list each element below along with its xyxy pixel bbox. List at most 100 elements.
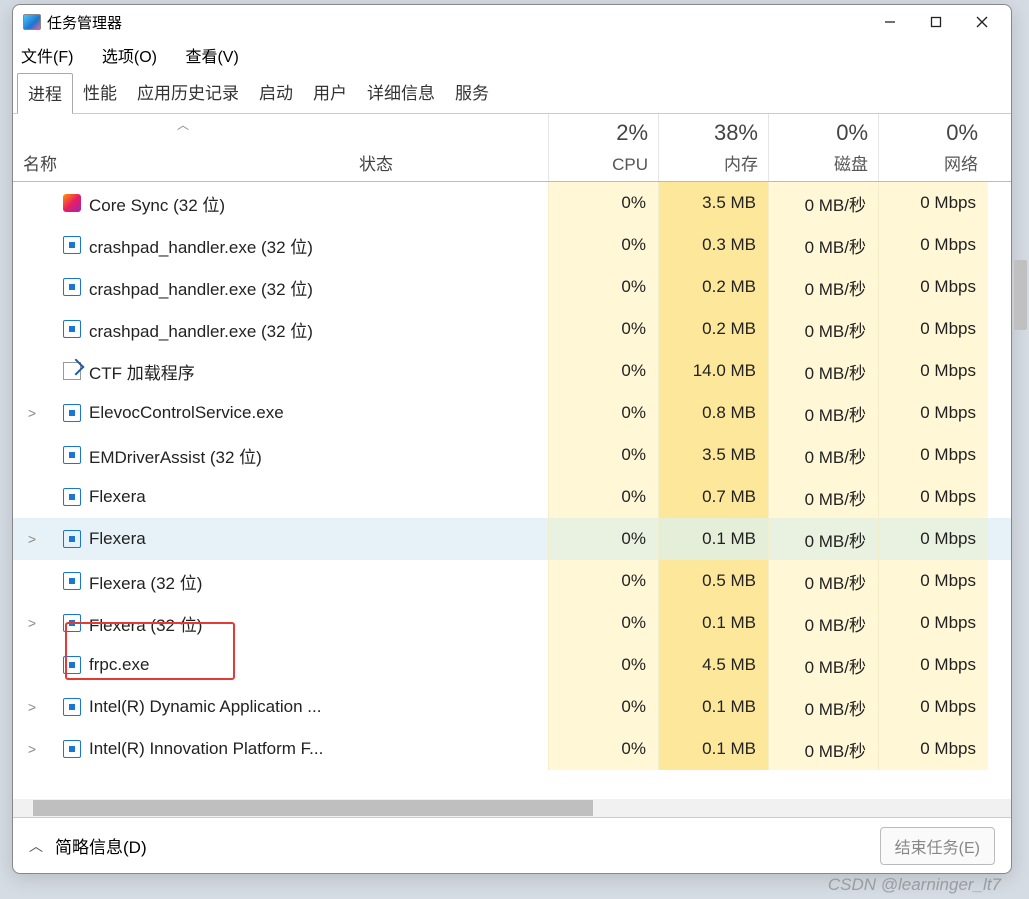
process-icon bbox=[63, 362, 81, 380]
process-name: EMDriverAssist (32 位) bbox=[89, 443, 262, 468]
process-mem: 0.1 MB bbox=[658, 518, 768, 560]
menu-file[interactable]: 文件(F) bbox=[21, 49, 73, 66]
process-disk: 0 MB/秒 bbox=[768, 518, 878, 560]
process-cpu: 0% bbox=[548, 602, 658, 644]
process-disk: 0 MB/秒 bbox=[768, 182, 878, 224]
sort-indicator-icon: ︿ bbox=[177, 116, 189, 133]
column-status-label: 状态 bbox=[359, 150, 542, 175]
tab-2[interactable]: 应用历史记录 bbox=[127, 73, 249, 113]
process-name: Intel(R) Innovation Platform F... bbox=[89, 739, 323, 759]
column-memory[interactable]: 38% 内存 bbox=[658, 114, 768, 181]
process-row[interactable]: >Intel(R) Dynamic Application ...0%0.1 M… bbox=[13, 686, 1011, 728]
end-task-button[interactable]: 结束任务(E) bbox=[880, 827, 995, 865]
process-row[interactable]: >Flexera (32 位)0%0.1 MB0 MB/秒0 Mbps bbox=[13, 602, 1011, 644]
expand-icon[interactable]: > bbox=[21, 615, 43, 631]
app-icon bbox=[23, 14, 41, 30]
process-row[interactable]: Flexera0%0.7 MB0 MB/秒0 Mbps bbox=[13, 476, 1011, 518]
process-net: 0 Mbps bbox=[878, 686, 988, 728]
process-icon bbox=[63, 194, 81, 212]
process-net: 0 Mbps bbox=[878, 266, 988, 308]
process-disk: 0 MB/秒 bbox=[768, 434, 878, 476]
table-header: ︿ 名称 状态 2% CPU 38% 内存 0% 磁盘 0% 网络 bbox=[13, 114, 1011, 182]
process-icon bbox=[63, 404, 81, 422]
menubar: 文件(F) 选项(O) 查看(V) bbox=[13, 39, 1011, 73]
column-cpu[interactable]: 2% CPU bbox=[548, 114, 658, 181]
process-net: 0 Mbps bbox=[878, 434, 988, 476]
process-disk: 0 MB/秒 bbox=[768, 560, 878, 602]
process-icon bbox=[63, 572, 81, 590]
column-name[interactable]: ︿ 名称 bbox=[13, 114, 353, 181]
process-disk: 0 MB/秒 bbox=[768, 224, 878, 266]
fewer-details-label: 简略信息(D) bbox=[55, 833, 147, 858]
process-icon bbox=[63, 740, 81, 758]
process-mem: 0.1 MB bbox=[658, 728, 768, 770]
task-manager-window: 任务管理器 文件(F) 选项(O) 查看(V) 进程性能应用历史记录启动用户详细… bbox=[12, 4, 1012, 874]
horizontal-scrollbar[interactable] bbox=[13, 799, 1011, 817]
process-cpu: 0% bbox=[548, 392, 658, 434]
process-name: crashpad_handler.exe (32 位) bbox=[89, 275, 313, 300]
process-row[interactable]: >Intel(R) Innovation Platform F...0%0.1 … bbox=[13, 728, 1011, 770]
table-body: Core Sync (32 位)0%3.5 MB0 MB/秒0 Mbpscras… bbox=[13, 182, 1011, 799]
process-row[interactable]: CTF 加载程序0%14.0 MB0 MB/秒0 Mbps bbox=[13, 350, 1011, 392]
footer: ︿ 简略信息(D) 结束任务(E) bbox=[13, 817, 1011, 873]
process-row[interactable]: crashpad_handler.exe (32 位)0%0.2 MB0 MB/… bbox=[13, 308, 1011, 350]
expand-icon[interactable]: > bbox=[21, 405, 43, 421]
process-net: 0 Mbps bbox=[878, 728, 988, 770]
process-row[interactable]: >Flexera0%0.1 MB0 MB/秒0 Mbps bbox=[13, 518, 1011, 560]
process-row[interactable]: Flexera (32 位)0%0.5 MB0 MB/秒0 Mbps bbox=[13, 560, 1011, 602]
vertical-scrollbar-thumb[interactable] bbox=[1014, 260, 1027, 330]
process-net: 0 Mbps bbox=[878, 602, 988, 644]
process-name: CTF 加载程序 bbox=[89, 359, 195, 384]
expand-icon[interactable]: > bbox=[21, 741, 43, 757]
process-name: crashpad_handler.exe (32 位) bbox=[89, 233, 313, 258]
process-row[interactable]: EMDriverAssist (32 位)0%3.5 MB0 MB/秒0 Mbp… bbox=[13, 434, 1011, 476]
disk-percent: 0% bbox=[773, 120, 868, 146]
fewer-details-button[interactable]: ︿ 简略信息(D) bbox=[29, 833, 147, 858]
watermark: CSDN @learninger_lt7 bbox=[828, 875, 1001, 895]
process-disk: 0 MB/秒 bbox=[768, 266, 878, 308]
tabbar: 进程性能应用历史记录启动用户详细信息服务 bbox=[13, 73, 1011, 114]
column-disk[interactable]: 0% 磁盘 bbox=[768, 114, 878, 181]
close-button[interactable] bbox=[959, 7, 1005, 37]
titlebar[interactable]: 任务管理器 bbox=[13, 5, 1011, 39]
process-disk: 0 MB/秒 bbox=[768, 686, 878, 728]
process-disk: 0 MB/秒 bbox=[768, 602, 878, 644]
process-cpu: 0% bbox=[548, 686, 658, 728]
process-icon bbox=[63, 614, 81, 632]
process-net: 0 Mbps bbox=[878, 224, 988, 266]
tab-4[interactable]: 用户 bbox=[303, 73, 357, 113]
process-cpu: 0% bbox=[548, 476, 658, 518]
expand-icon[interactable]: > bbox=[21, 699, 43, 715]
minimize-button[interactable] bbox=[867, 7, 913, 37]
menu-options[interactable]: 选项(O) bbox=[102, 49, 157, 66]
tab-6[interactable]: 服务 bbox=[445, 73, 499, 113]
process-row[interactable]: frpc.exe0%4.5 MB0 MB/秒0 Mbps bbox=[13, 644, 1011, 686]
column-network[interactable]: 0% 网络 bbox=[878, 114, 988, 181]
net-percent: 0% bbox=[883, 120, 978, 146]
process-row[interactable]: crashpad_handler.exe (32 位)0%0.2 MB0 MB/… bbox=[13, 266, 1011, 308]
process-icon bbox=[63, 530, 81, 548]
process-row[interactable]: >ElevocControlService.exe0%0.8 MB0 MB/秒0… bbox=[13, 392, 1011, 434]
process-cpu: 0% bbox=[548, 308, 658, 350]
process-row[interactable]: crashpad_handler.exe (32 位)0%0.3 MB0 MB/… bbox=[13, 224, 1011, 266]
tab-1[interactable]: 性能 bbox=[73, 73, 127, 113]
process-cpu: 0% bbox=[548, 182, 658, 224]
hscroll-thumb[interactable] bbox=[33, 800, 593, 816]
process-mem: 0.3 MB bbox=[658, 224, 768, 266]
process-disk: 0 MB/秒 bbox=[768, 308, 878, 350]
mem-label: 内存 bbox=[663, 150, 758, 175]
disk-label: 磁盘 bbox=[773, 150, 868, 175]
expand-icon[interactable]: > bbox=[21, 531, 43, 547]
process-name: Flexera (32 位) bbox=[89, 569, 202, 594]
process-net: 0 Mbps bbox=[878, 308, 988, 350]
maximize-button[interactable] bbox=[913, 7, 959, 37]
tab-5[interactable]: 详细信息 bbox=[357, 73, 445, 113]
column-status[interactable]: 状态 bbox=[353, 114, 548, 181]
tab-0[interactable]: 进程 bbox=[17, 73, 73, 114]
process-mem: 3.5 MB bbox=[658, 434, 768, 476]
process-row[interactable]: Core Sync (32 位)0%3.5 MB0 MB/秒0 Mbps bbox=[13, 182, 1011, 224]
tab-3[interactable]: 启动 bbox=[249, 73, 303, 113]
menu-view[interactable]: 查看(V) bbox=[185, 49, 238, 66]
process-net: 0 Mbps bbox=[878, 182, 988, 224]
process-mem: 0.2 MB bbox=[658, 266, 768, 308]
